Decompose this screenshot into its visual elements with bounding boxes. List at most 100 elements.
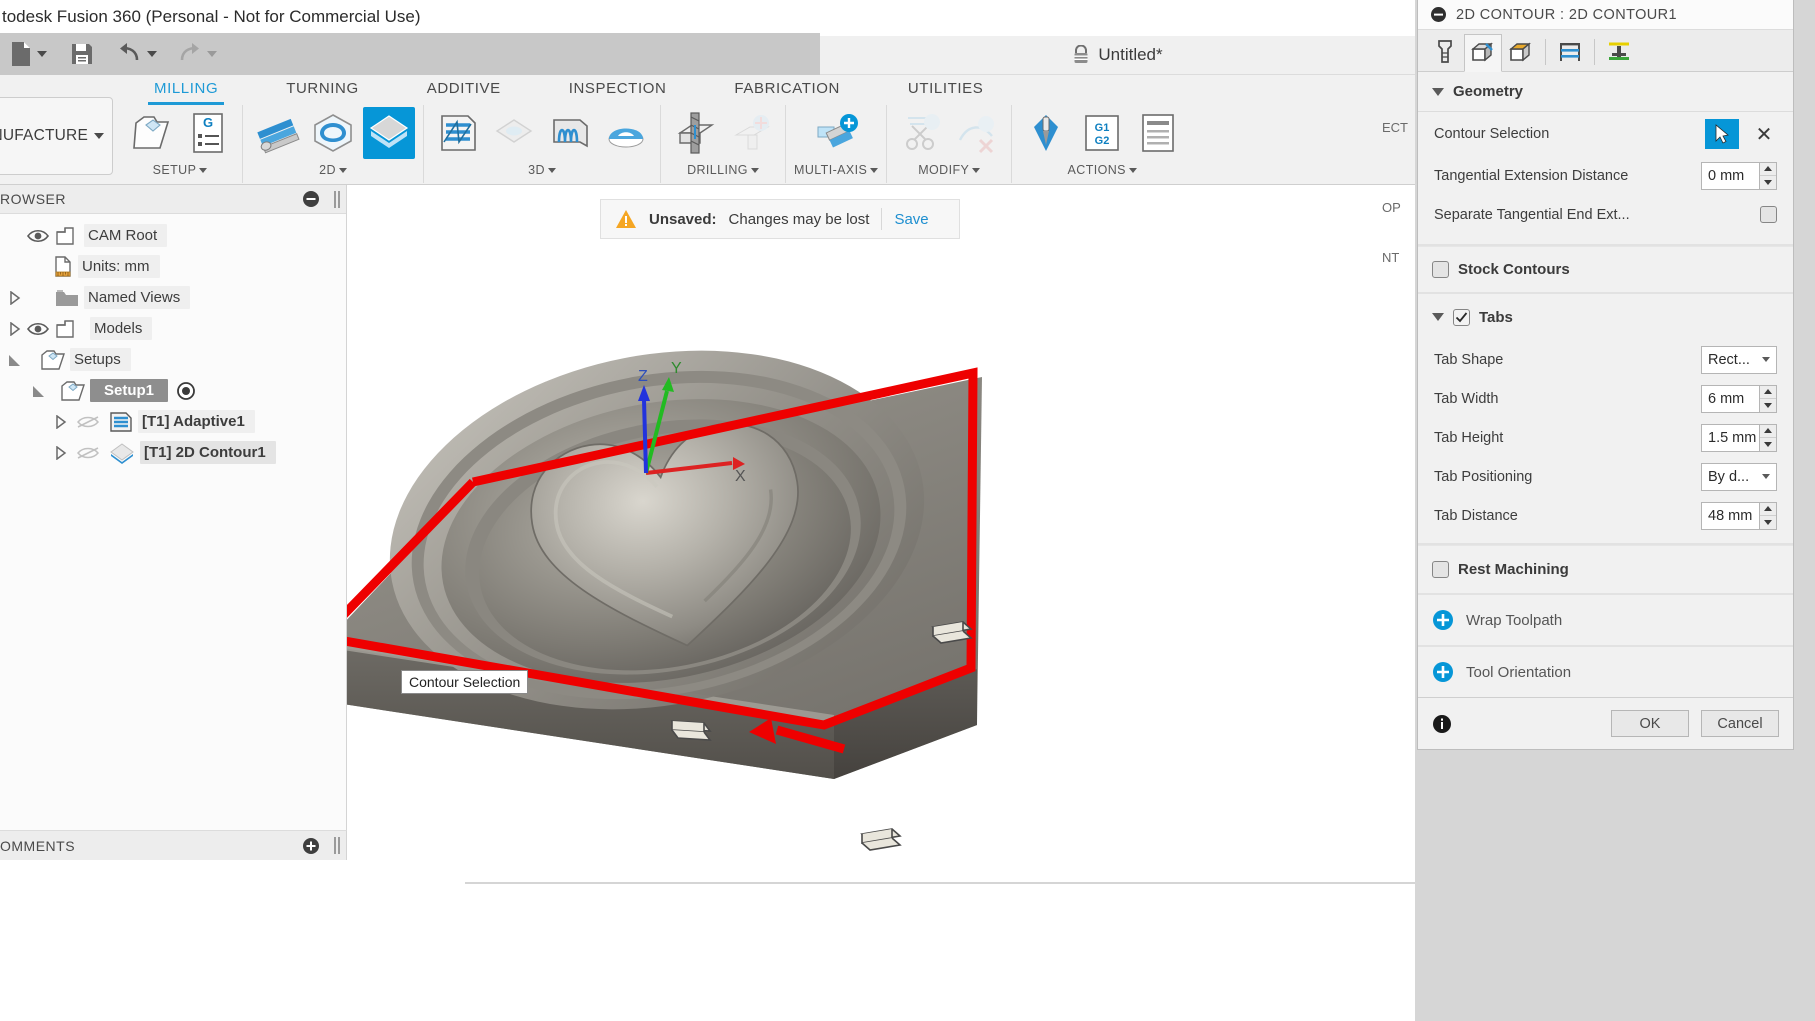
eye-icon[interactable] <box>26 227 50 245</box>
setup-button[interactable] <box>126 107 178 159</box>
tree-item-units[interactable]: Units: mm <box>0 251 346 282</box>
ribbon-group-label-actions[interactable]: ACTIONS <box>1068 161 1137 179</box>
multiaxis-button[interactable] <box>810 107 862 159</box>
adaptive-clearing-button[interactable] <box>432 107 484 159</box>
expander-collapsed-icon[interactable] <box>4 321 26 336</box>
timeline-track[interactable] <box>465 882 1415 884</box>
rest-machining-checkbox[interactable] <box>1432 561 1449 578</box>
contour-select-button[interactable] <box>1705 119 1739 149</box>
stepper-down[interactable] <box>1760 176 1776 189</box>
bore-button[interactable] <box>725 107 777 159</box>
stock-contours-section[interactable]: Stock Contours <box>1418 246 1793 292</box>
tree-item-setups[interactable]: Setups <box>0 344 346 375</box>
wrap-toolpath-row[interactable]: Wrap Toolpath <box>1418 595 1793 645</box>
active-setup-radio-icon[interactable] <box>176 381 196 401</box>
eye-icon[interactable] <box>26 320 50 338</box>
expander-expanded-icon[interactable] <box>4 353 26 367</box>
eye-hidden-icon[interactable] <box>75 413 101 431</box>
ribbon-tab-milling[interactable]: MILLING <box>147 78 225 105</box>
collapse-icon[interactable] <box>302 190 320 208</box>
ribbon-group-label-2d[interactable]: 2D <box>319 161 347 179</box>
tab-width-input[interactable] <box>1701 384 1759 413</box>
separate-tangential-checkbox[interactable] <box>1760 206 1777 223</box>
tree-item-named-views[interactable]: Named Views <box>0 282 346 313</box>
stepper-down[interactable] <box>1760 438 1776 451</box>
ribbon-group-label-3d[interactable]: 3D <box>528 161 556 179</box>
tree-item-2d-contour1[interactable]: [T1] 2D Contour1 <box>0 437 346 468</box>
clear-selection-button[interactable]: ✕ <box>1751 122 1777 147</box>
ribbon-group-label-setup[interactable]: SETUP <box>153 161 208 179</box>
expander-expanded-icon[interactable] <box>28 384 50 398</box>
stepper-down[interactable] <box>1760 516 1776 529</box>
ok-button[interactable]: OK <box>1611 710 1689 737</box>
ribbon-group-label-drilling[interactable]: DRILLING <box>687 161 759 179</box>
2d-contour-button[interactable] <box>363 107 415 159</box>
scallop-button[interactable] <box>600 107 652 159</box>
cancel-button[interactable]: Cancel <box>1701 710 1779 737</box>
add-comment-icon[interactable] <box>302 837 320 855</box>
tab-geometry[interactable] <box>1464 34 1502 72</box>
tool-orientation-row[interactable]: Tool Orientation <box>1418 647 1793 697</box>
tabs-checkbox[interactable] <box>1453 308 1470 326</box>
save-button[interactable] <box>66 37 98 71</box>
geometry-section-header[interactable]: Geometry <box>1418 72 1793 112</box>
stock-contours-checkbox[interactable] <box>1432 261 1449 278</box>
document-tab[interactable]: Untitled* <box>820 36 1415 75</box>
ncprogram-button[interactable]: G <box>182 107 234 159</box>
stepper-up[interactable] <box>1760 503 1776 516</box>
face-button[interactable] <box>251 107 303 159</box>
tree-item-models[interactable]: Models <box>0 313 346 344</box>
eye-hidden-icon[interactable] <box>75 444 101 462</box>
stepper-up[interactable] <box>1760 386 1776 399</box>
ribbon-tab-inspection[interactable]: INSPECTION <box>569 78 667 103</box>
2d-pocket-button[interactable] <box>307 107 359 159</box>
workspace-switcher[interactable]: ANUFACTURE <box>0 97 113 175</box>
tab-tool[interactable] <box>1426 33 1464 71</box>
expander-collapsed-icon[interactable] <box>4 290 26 305</box>
tabs-section-header[interactable]: Tabs <box>1418 294 1793 340</box>
rest-machining-section[interactable]: Rest Machining <box>1418 545 1793 593</box>
tab-passes[interactable] <box>1551 33 1589 71</box>
expander-collapsed-icon[interactable] <box>50 445 72 460</box>
simulate-button[interactable] <box>1020 107 1072 159</box>
tree-item-setup1[interactable]: Setup1 <box>0 375 346 406</box>
tangential-extension-stepper[interactable] <box>1701 161 1777 190</box>
info-icon[interactable] <box>1432 714 1452 734</box>
collapse-icon[interactable] <box>1430 6 1447 23</box>
tree-item-cam-root[interactable]: CAM Root <box>0 220 346 251</box>
tab-positioning-select[interactable]: By d... <box>1701 462 1777 491</box>
parallel-button[interactable] <box>544 107 596 159</box>
tree-item-adaptive1[interactable]: [T1] Adaptive1 <box>0 406 346 437</box>
panel-grip[interactable] <box>334 837 340 854</box>
ribbon-group-label-multiaxis[interactable]: MULTI-AXIS <box>794 161 879 179</box>
pocket-clearing-button[interactable] <box>488 107 540 159</box>
tangential-extension-input[interactable] <box>1701 161 1759 190</box>
ribbon-tab-additive[interactable]: ADDITIVE <box>427 78 501 103</box>
stepper-up[interactable] <box>1760 425 1776 438</box>
post-process-button[interactable]: G1 G2 <box>1076 107 1128 159</box>
redo-button[interactable] <box>174 37 220 71</box>
tab-distance-input[interactable] <box>1701 501 1759 530</box>
stepper-arrows[interactable] <box>1759 161 1777 190</box>
stepper-arrows[interactable] <box>1759 384 1777 413</box>
expander-collapsed-icon[interactable] <box>50 414 72 429</box>
trim-toolpath-button[interactable] <box>895 107 947 159</box>
drill-button[interactable] <box>669 107 721 159</box>
delete-toolpath-button[interactable] <box>951 107 1003 159</box>
tab-linking[interactable] <box>1600 33 1638 71</box>
undo-button[interactable] <box>114 37 160 71</box>
panel-grip[interactable] <box>334 191 340 208</box>
stepper-arrows[interactable] <box>1759 501 1777 530</box>
new-file-button[interactable] <box>6 37 50 71</box>
stepper-up[interactable] <box>1760 163 1776 176</box>
tab-heights[interactable] <box>1502 33 1540 71</box>
setup-sheet-button[interactable] <box>1132 107 1184 159</box>
ribbon-group-label-modify[interactable]: MODIFY <box>918 161 981 179</box>
tab-shape-select[interactable]: Rect... <box>1701 345 1777 374</box>
tab-height-stepper[interactable] <box>1701 423 1777 452</box>
ribbon-tab-fabrication[interactable]: FABRICATION <box>734 78 840 103</box>
save-link[interactable]: Save <box>894 211 928 228</box>
stepper-down[interactable] <box>1760 399 1776 412</box>
tab-width-stepper[interactable] <box>1701 384 1777 413</box>
ribbon-tab-utilities[interactable]: UTILITIES <box>908 78 983 103</box>
